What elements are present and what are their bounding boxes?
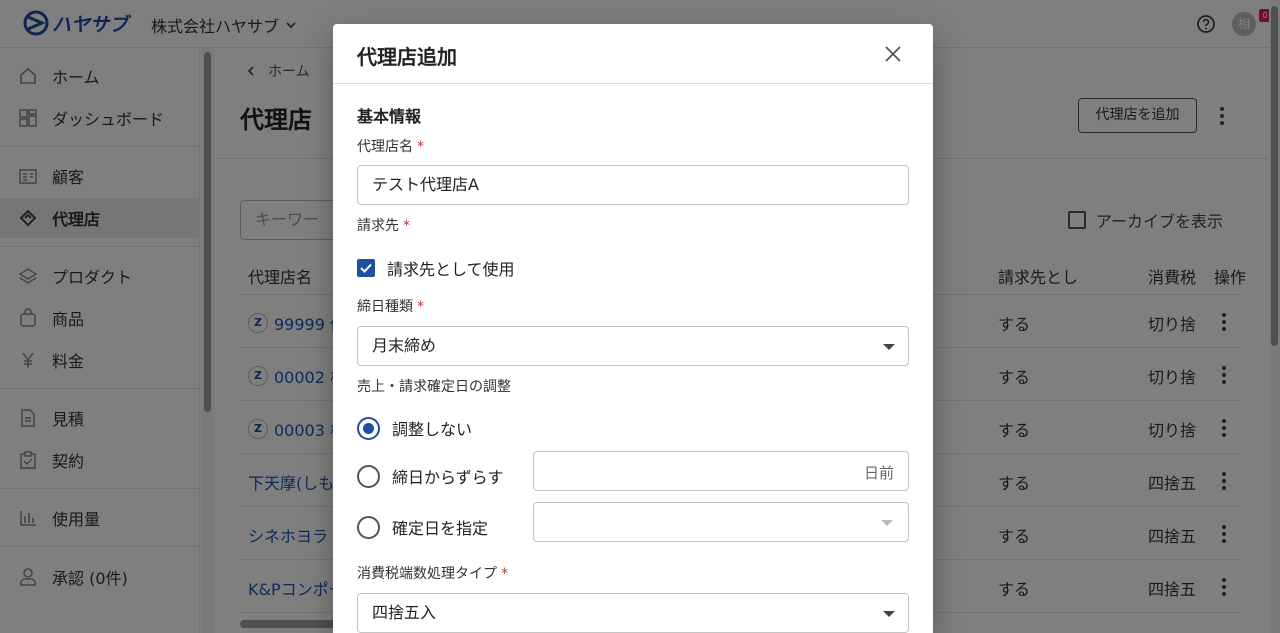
required-mark: * — [417, 299, 424, 315]
required-mark: * — [417, 139, 424, 155]
days-before-suffix: 日前 — [863, 464, 894, 482]
tax-rounding-label: 消費税端数処理タイプ * — [357, 566, 508, 582]
closing-type-label: 締日種類 * — [357, 299, 424, 315]
radio-empty-icon — [357, 515, 380, 539]
specify-date-select[interactable] — [533, 502, 909, 542]
add-agency-dialog: 代理店追加 基本情報 代理店名 * テスト代理店A 請求先 * 請求先として使用 締… — [333, 24, 933, 633]
agency-name-input[interactable]: テスト代理店A — [357, 165, 909, 205]
radio-selected-icon — [357, 416, 380, 440]
agency-name-label: 代理店名 * — [357, 139, 424, 155]
required-mark: * — [501, 566, 508, 582]
adjust-label: 売上・請求確定日の調整 — [357, 379, 511, 395]
section-basic-info: 基本情報 — [357, 107, 422, 126]
dropdown-arrow-icon — [883, 344, 895, 350]
closing-type-select[interactable]: 月末締め — [357, 326, 909, 366]
radio-label: 調整しない — [392, 420, 473, 439]
closing-type-value: 月末締め — [372, 336, 437, 355]
dropdown-arrow-icon — [883, 611, 895, 617]
dialog-header-divider — [333, 83, 933, 84]
checkbox-checked-icon — [357, 259, 375, 277]
close-icon[interactable] — [881, 42, 905, 66]
billing-label: 請求先 * — [357, 218, 410, 234]
radio-empty-icon — [357, 464, 380, 488]
billing-checkbox-label: 請求先として使用 — [387, 260, 515, 279]
dialog-title: 代理店追加 — [357, 45, 457, 69]
required-mark: * — [403, 218, 410, 234]
radio-shift-from-closing[interactable]: 締日からずらす — [357, 464, 503, 488]
radio-specify-date[interactable]: 確定日を指定 — [357, 515, 488, 539]
radio-label: 締日からずらす — [392, 468, 504, 487]
tax-rounding-select[interactable]: 四捨五入 — [357, 593, 909, 633]
dropdown-arrow-icon — [881, 520, 893, 526]
radio-label: 確定日を指定 — [392, 519, 489, 538]
billing-checkbox[interactable]: 請求先として使用 — [357, 256, 515, 280]
shift-days-input[interactable]: 日前 — [533, 451, 909, 491]
tax-rounding-value: 四捨五入 — [372, 603, 437, 622]
radio-no-adjust[interactable]: 調整しない — [357, 416, 472, 440]
